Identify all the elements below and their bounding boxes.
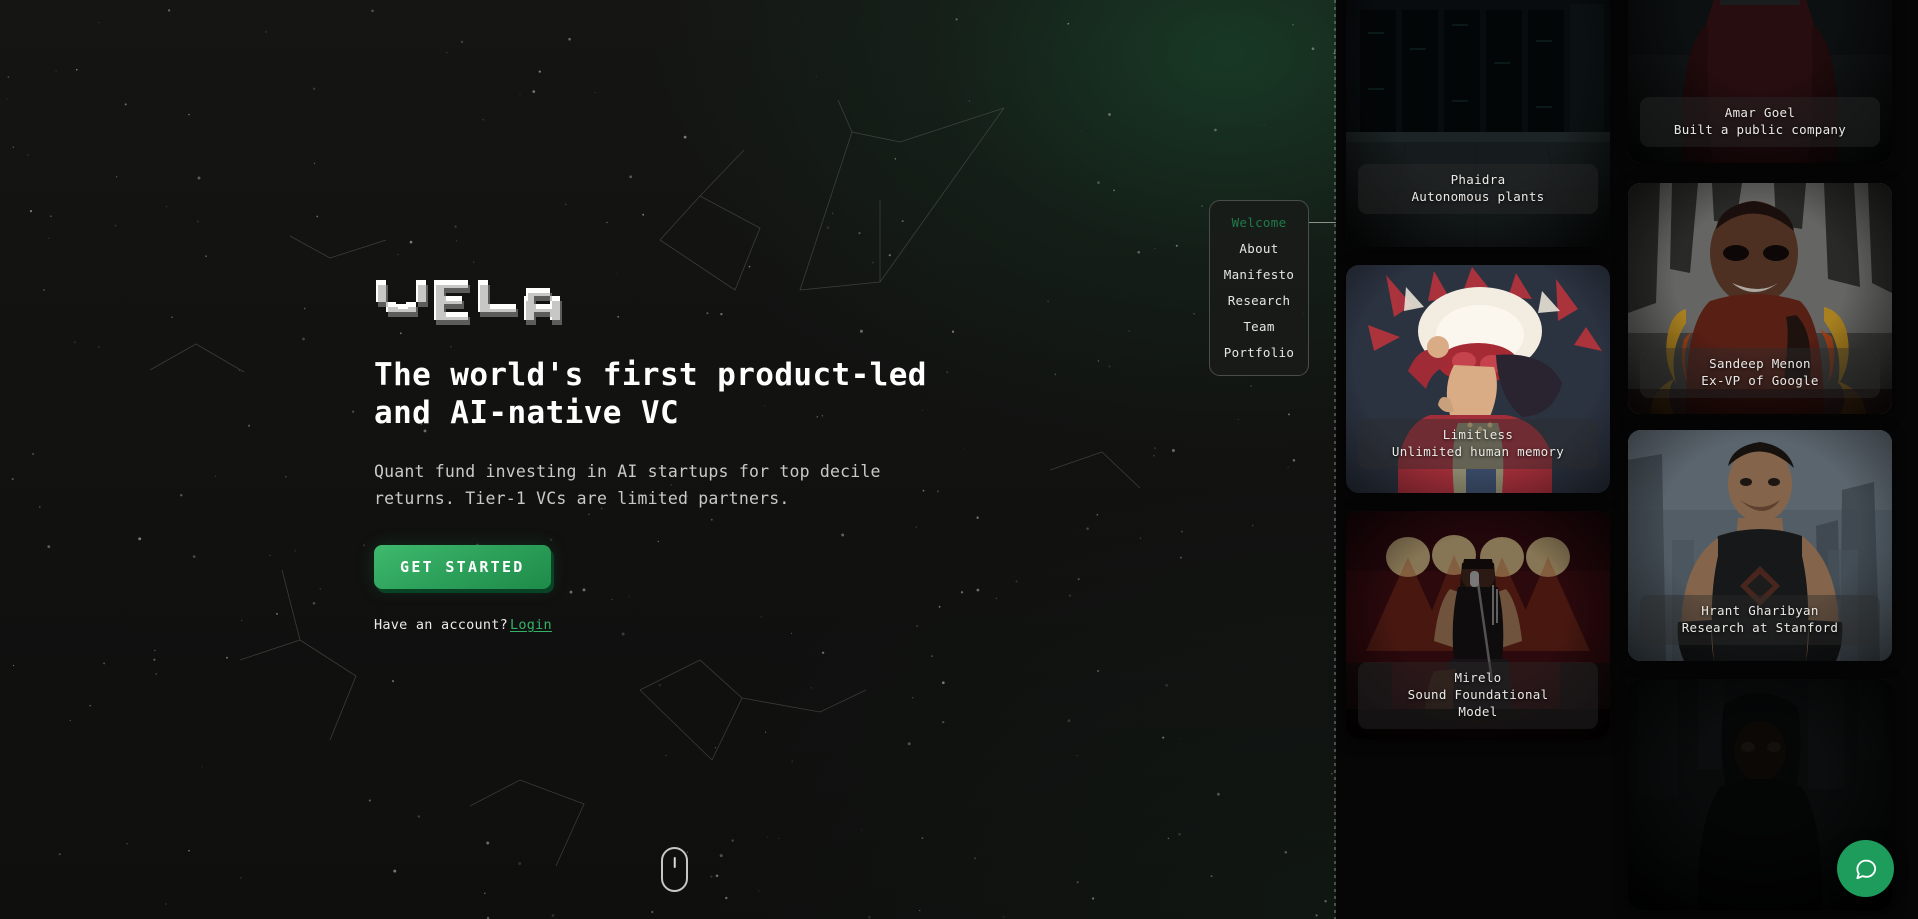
- card-title: Sandeep Menon: [1709, 356, 1811, 371]
- card-caption: Phaidra Autonomous plants: [1358, 164, 1598, 214]
- nav-item-about[interactable]: About: [1239, 241, 1278, 256]
- vela-logo: [374, 278, 1114, 325]
- showcase-card-phaidra[interactable]: Phaidra Autonomous plants: [1346, 0, 1610, 247]
- nav-item-welcome[interactable]: Welcome: [1232, 215, 1287, 230]
- card-title: Limitless: [1442, 427, 1514, 442]
- nav-item-team[interactable]: Team: [1243, 319, 1274, 334]
- showcase-card-amar-goel[interactable]: Amar Goel Built a public company: [1628, 0, 1892, 163]
- showcase-rail: Phaidra Autonomous plants Limitless Unli…: [1336, 0, 1918, 919]
- hero-content: The world's first product-led and AI-nat…: [374, 278, 1114, 633]
- nav-item-research[interactable]: Research: [1228, 293, 1291, 308]
- card-subtitle: Research at Stanford: [1681, 620, 1839, 635]
- get-started-button[interactable]: GET STARTED: [374, 545, 551, 589]
- showcase-column-left: Phaidra Autonomous plants Limitless Unli…: [1346, 0, 1610, 919]
- landing-page: The world's first product-led and AI-nat…: [0, 0, 1918, 919]
- account-prompt-row: Have an account? Login: [374, 617, 1114, 633]
- hero-section: The world's first product-led and AI-nat…: [0, 0, 1336, 919]
- section-nav: Welcome About Manifesto Research Team Po…: [1209, 200, 1336, 376]
- showcase-card-mirelo[interactable]: Mirelo Sound Foundational Model: [1346, 511, 1610, 739]
- login-link[interactable]: Login: [510, 617, 552, 633]
- scroll-wheel-indicator: [673, 857, 676, 868]
- chat-bubble-icon: [1855, 859, 1876, 879]
- hero-subtitle: Quant fund investing in AI startups for …: [374, 462, 881, 508]
- card-subtitle: Sound Foundational Model: [1407, 687, 1549, 719]
- showcase-card-limitless[interactable]: Limitless Unlimited human memory: [1346, 265, 1610, 493]
- card-title: Hrant Gharibyan: [1701, 603, 1819, 618]
- card-caption: Hrant Gharibyan Research at Stanford: [1640, 595, 1880, 645]
- nav-connector-line: [1309, 222, 1336, 223]
- showcase-column-right: Amar Goel Built a public company Sandeep…: [1628, 0, 1892, 919]
- card-caption: Amar Goel Built a public company: [1640, 97, 1880, 147]
- chat-launcher-button[interactable]: [1837, 840, 1894, 897]
- nav-item-manifesto[interactable]: Manifesto: [1224, 267, 1294, 282]
- nav-item-portfolio[interactable]: Portfolio: [1224, 345, 1294, 360]
- card-subtitle: Built a public company: [1673, 122, 1847, 137]
- showcase-card-hrant-gharibyan[interactable]: Hrant Gharibyan Research at Stanford: [1628, 430, 1892, 661]
- card-caption: Limitless Unlimited human memory: [1358, 419, 1598, 469]
- card-subtitle: Ex-VP of Google: [1701, 373, 1819, 388]
- mouse-scroll-icon: [661, 847, 688, 892]
- account-prompt-text: Have an account?: [374, 617, 509, 633]
- showcase-card-sandeep-menon[interactable]: Sandeep Menon Ex-VP of Google: [1628, 183, 1892, 414]
- card-title: Amar Goel: [1724, 105, 1796, 120]
- card-caption: Mirelo Sound Foundational Model: [1358, 662, 1598, 729]
- section-nav-panel: Welcome About Manifesto Research Team Po…: [1209, 200, 1309, 376]
- card-title: Phaidra: [1450, 172, 1506, 187]
- card-title: Mirelo: [1454, 670, 1502, 685]
- card-caption: Sandeep Menon Ex-VP of Google: [1640, 348, 1880, 398]
- card-subtitle: Unlimited human memory: [1391, 444, 1565, 459]
- page-title: The world's first product-led and AI-nat…: [374, 357, 927, 431]
- card-subtitle: Autonomous plants: [1411, 189, 1545, 204]
